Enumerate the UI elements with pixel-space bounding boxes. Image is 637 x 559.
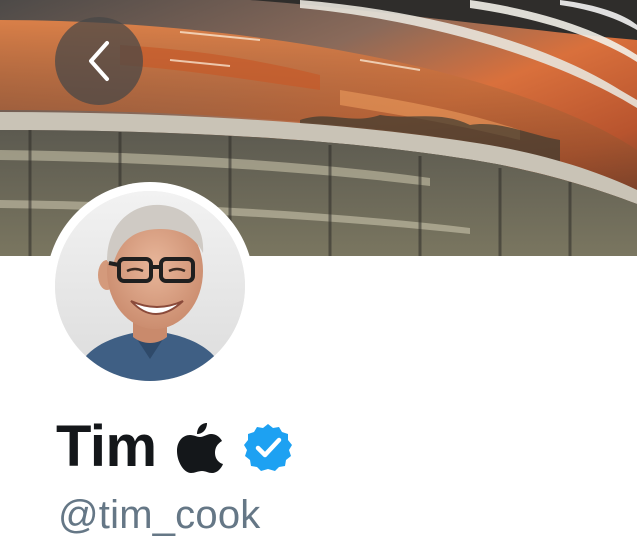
name-row: Tim (56, 412, 293, 482)
username-handle: @tim_cook (58, 493, 261, 537)
profile-photo (55, 191, 245, 381)
avatar[interactable] (46, 182, 254, 390)
display-name: Tim (56, 414, 157, 479)
back-button[interactable] (55, 17, 143, 105)
verified-badge-icon (243, 424, 292, 471)
chevron-left-icon (89, 41, 109, 81)
apple-logo-icon (176, 423, 223, 473)
profile-screen: Tim @tim_cook (0, 0, 637, 559)
